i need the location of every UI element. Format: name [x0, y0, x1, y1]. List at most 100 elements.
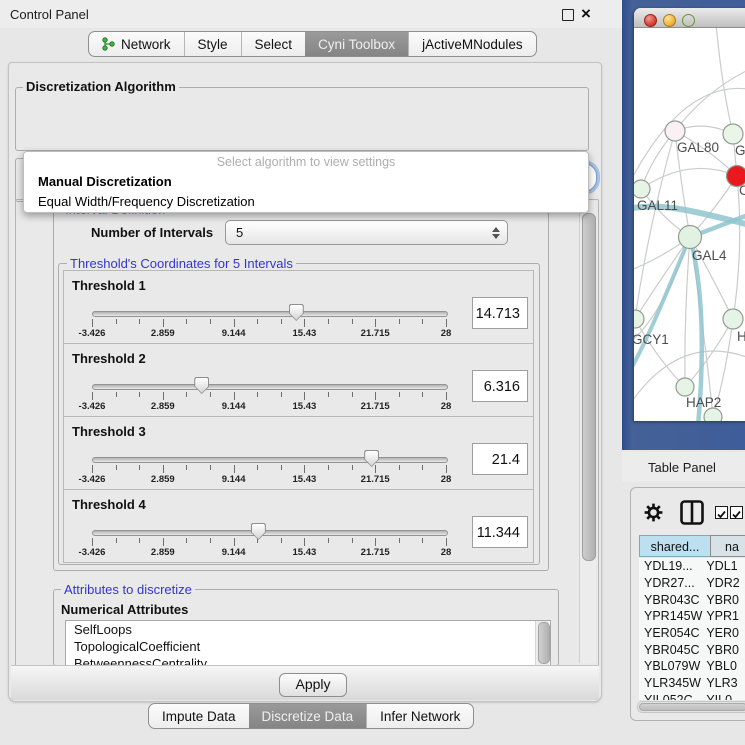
tab-jactivemnodules[interactable]: jActiveMNodules — [408, 32, 536, 56]
node-GA[interactable] — [723, 124, 743, 144]
horizontal-scrollbar[interactable] — [637, 701, 745, 713]
vertical-scrollbar-thumb[interactable] — [582, 213, 596, 561]
list-scrollbar-thumb[interactable] — [538, 622, 550, 664]
tab-cyni-toolbox[interactable]: Cyni Toolbox — [305, 32, 408, 56]
slider-track[interactable] — [92, 457, 448, 463]
minor-tick — [352, 319, 353, 324]
close-traffic-light[interactable] — [644, 14, 657, 27]
major-tick — [446, 465, 447, 473]
cell-shared-name[interactable]: YLR345W — [639, 676, 706, 690]
close-icon[interactable]: × — [581, 4, 591, 24]
node-GAL11[interactable] — [634, 180, 650, 198]
node-unlabeled[interactable] — [704, 408, 722, 421]
list-item[interactable]: SelfLoops — [66, 621, 550, 638]
column-header-name[interactable]: na — [710, 535, 745, 557]
cell-shared-name[interactable]: YDL19... — [639, 559, 706, 573]
threshold-value-field[interactable]: 21.4 — [472, 443, 528, 475]
slider-thumb[interactable] — [364, 450, 379, 467]
list-item[interactable]: TopologicalCoefficient — [66, 638, 550, 655]
minor-tick — [328, 392, 329, 397]
slider-track[interactable] — [92, 530, 448, 536]
table-row[interactable]: YBL079WYBL0 — [639, 658, 745, 675]
threshold-value-field[interactable]: 14.713 — [472, 297, 528, 329]
tab-style[interactable]: Style — [184, 32, 241, 56]
node-H[interactable] — [723, 309, 743, 329]
slider-thumb-face — [195, 378, 208, 393]
slider-thumb[interactable] — [289, 304, 304, 321]
table-row[interactable]: YDR27...YDR2 — [639, 575, 745, 592]
checkbox-icon[interactable] — [715, 506, 728, 519]
checkbox-icon[interactable] — [730, 506, 743, 519]
major-tick — [92, 538, 93, 546]
number-of-intervals-combobox[interactable]: 5 — [225, 220, 508, 245]
network-canvas[interactable]: GAL80GACGAL11GAL4GCY1HHAP2 — [634, 28, 745, 421]
node-label: H — [737, 329, 745, 344]
float-window-icon[interactable] — [562, 9, 574, 21]
minor-tick — [257, 392, 258, 397]
cell-shared-name[interactable]: YBL079W — [639, 659, 706, 673]
zoom-traffic-light[interactable] — [682, 14, 695, 27]
column-header-shared-name[interactable]: shared... — [639, 535, 711, 557]
threshold-label: Threshold 3 — [72, 424, 146, 439]
network-window-titlebar[interactable] — [634, 8, 745, 28]
cell-shared-name[interactable]: YDR27... — [639, 576, 706, 590]
node-GCY1[interactable] — [634, 310, 644, 328]
minor-tick — [186, 319, 187, 324]
cell-name[interactable]: YBL0 — [706, 659, 745, 673]
slider-thumb-face — [365, 451, 378, 466]
minor-tick — [210, 465, 211, 470]
dropdown-option-manual[interactable]: Manual Discretization — [24, 172, 588, 192]
cell-name[interactable]: YBR0 — [706, 643, 745, 657]
cell-shared-name[interactable]: YER054C — [639, 626, 706, 640]
cell-name[interactable]: YLR3 — [706, 676, 745, 690]
apply-button[interactable]: Apply — [279, 673, 347, 697]
cell-name[interactable]: YIL0 — [706, 693, 745, 700]
cell-shared-name[interactable]: YPR145W — [639, 609, 706, 623]
tab-infer-network[interactable]: Infer Network — [366, 704, 473, 728]
cell-name[interactable]: YPR1 — [706, 609, 745, 623]
cell-name[interactable]: YER0 — [706, 626, 745, 640]
network-window: GAL80GACGAL11GAL4GCY1HHAP2 — [634, 8, 745, 421]
table-row[interactable]: YIL052CYIL0 — [639, 692, 745, 701]
column-layout-icon[interactable] — [680, 500, 704, 525]
screen: Control Panel × NetworkStyleSelectCyni T… — [0, 0, 745, 745]
dropdown-option-equal-width[interactable]: Equal Width/Frequency Discretization — [24, 192, 588, 212]
tab-discretize-data[interactable]: Discretize Data — [249, 704, 367, 728]
number-of-intervals-value: 5 — [226, 225, 491, 240]
tab-label: Impute Data — [162, 709, 236, 724]
tab-impute-data[interactable]: Impute Data — [149, 704, 249, 728]
tab-select[interactable]: Select — [241, 32, 306, 56]
table-row[interactable]: YDL19...YDL1 — [639, 558, 745, 575]
cell-name[interactable]: YBR0 — [706, 593, 745, 607]
vertical-scrollbar[interactable] — [579, 201, 596, 663]
table-row[interactable]: YER054CYER0 — [639, 625, 745, 642]
gear-icon[interactable] — [644, 503, 663, 522]
tab-label: Style — [198, 37, 228, 52]
threshold-value-field[interactable]: 6.316 — [472, 370, 528, 402]
cell-name[interactable]: YDR2 — [706, 576, 745, 590]
slider-track[interactable] — [92, 311, 448, 317]
slider-track[interactable] — [92, 384, 448, 390]
tab-network[interactable]: Network — [89, 32, 184, 56]
minor-tick — [257, 465, 258, 470]
minimize-traffic-light[interactable] — [663, 14, 676, 27]
table-row[interactable]: YPR145WYPR1 — [639, 608, 745, 625]
node-GAL4[interactable] — [679, 226, 702, 249]
horizontal-scrollbar-thumb[interactable] — [639, 703, 745, 711]
minor-tick — [328, 538, 329, 543]
cell-shared-name[interactable]: YIL052C — [639, 693, 706, 700]
cell-shared-name[interactable]: YBR045C — [639, 643, 706, 657]
slider-thumb[interactable] — [251, 523, 266, 540]
slider-thumb[interactable] — [194, 377, 209, 394]
major-tick — [163, 392, 164, 400]
list-scrollbar[interactable] — [535, 621, 549, 666]
table-row[interactable]: YBR043CYBR0 — [639, 591, 745, 608]
table-row[interactable]: YBR045CYBR0 — [639, 641, 745, 658]
node-HAP2[interactable] — [676, 378, 694, 396]
cell-name[interactable]: YDL1 — [706, 559, 745, 573]
table-row[interactable]: YLR345WYLR3 — [639, 675, 745, 692]
cell-shared-name[interactable]: YBR043C — [639, 593, 706, 607]
combo-stepper-icon[interactable] — [491, 227, 500, 239]
node-GAL80[interactable] — [665, 121, 685, 141]
threshold-value-field[interactable]: 11.344 — [472, 516, 528, 548]
